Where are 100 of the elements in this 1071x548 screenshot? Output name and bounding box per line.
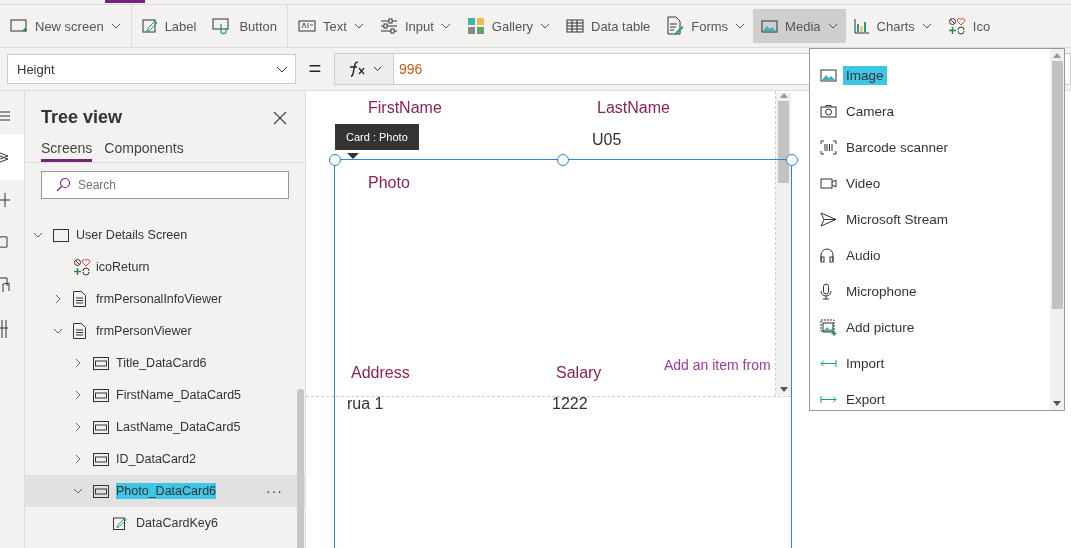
caret-icon	[921, 23, 932, 29]
search-field[interactable]: Search	[41, 171, 289, 199]
tab[interactable]: Screens	[41, 138, 93, 162]
menu-item[interactable]: Audio	[810, 237, 1050, 273]
menu-item[interactable]: Camera	[810, 93, 1050, 129]
caret-icon	[440, 23, 451, 29]
menu-item[interactable]: Video	[810, 165, 1050, 201]
menu-icon[interactable]	[0, 111, 12, 121]
arrow-left-icon	[820, 358, 837, 368]
layers-icon	[0, 150, 10, 164]
chevron-down-icon[interactable]	[33, 230, 43, 240]
toolbar-button[interactable]: Ico	[939, 9, 999, 43]
tab[interactable]: Components	[104, 138, 184, 162]
tree-item[interactable]: frmPersonalInfoViewer	[25, 283, 305, 315]
plus-icon[interactable]	[0, 193, 10, 207]
chevron-down-icon[interactable]	[73, 486, 83, 496]
caret-icon	[827, 23, 838, 29]
sliders-icon	[379, 18, 398, 34]
item-label: Audio	[845, 246, 882, 265]
close-icon[interactable]	[273, 110, 287, 125]
tab-indicator	[105, 0, 145, 3]
item-label: Add picture	[845, 318, 916, 337]
item-label: FirstName_DataCard5	[116, 387, 242, 403]
tree-item[interactable]: Photo_DataCard6 ···	[25, 475, 305, 507]
tooltip-pointer	[347, 153, 359, 159]
resize-handle[interactable]	[557, 154, 569, 166]
add-picture-icon	[820, 318, 837, 336]
image-icon	[820, 68, 837, 82]
headphones-icon	[820, 247, 834, 263]
tree-item[interactable]: LastName_DataCard5	[25, 411, 305, 443]
toolbar-button[interactable]: New screen	[2, 9, 129, 43]
field-label: Salary	[556, 364, 602, 382]
field-value: rua 1	[347, 395, 384, 413]
item-label: Title_DataCard6	[116, 355, 207, 371]
resize-handle[interactable]	[329, 154, 341, 166]
toolbar-button[interactable]: Data table	[558, 9, 659, 43]
play-icon	[820, 211, 837, 227]
menu-item[interactable]: Microphone	[810, 273, 1050, 309]
panel-title: Tree view	[41, 107, 123, 128]
property-dropdown[interactable]: Height	[7, 54, 296, 84]
tree-item[interactable]: FirstName_DataCard5	[25, 379, 305, 411]
item-label: Barcode scanner	[845, 138, 950, 157]
item-label: Camera	[845, 102, 895, 121]
toolbar-button[interactable]: Text	[290, 9, 372, 43]
scrollbar-thumb[interactable]	[778, 101, 789, 183]
chevron-right-icon[interactable]	[73, 422, 83, 432]
tree-item[interactable]: ID_DataCard2	[25, 443, 305, 475]
tree-item[interactable]: Title_DataCard6	[25, 347, 305, 379]
card-icon	[93, 452, 109, 466]
field-label: LastName	[597, 99, 670, 117]
toolbar-button[interactable]: Gallery	[458, 9, 558, 43]
scrollbar[interactable]	[776, 93, 791, 395]
field-value: 1222	[552, 395, 588, 413]
field-label: FirstName	[368, 99, 442, 117]
icons-icon	[947, 17, 966, 35]
toolbar-button[interactable]: Media	[753, 9, 846, 43]
toolbar-button[interactable]: Forms	[658, 9, 754, 43]
document-icon	[73, 323, 86, 339]
scrollbar-thumb[interactable]	[1051, 61, 1063, 309]
scrollbar[interactable]	[1050, 49, 1064, 410]
arrow-right-icon	[820, 394, 837, 404]
menu-item[interactable]: Barcode scanner	[810, 129, 1050, 165]
chevron-right-icon[interactable]	[73, 390, 83, 400]
menu-item[interactable]: Microsoft Stream	[810, 201, 1050, 237]
tree-item[interactable]: frmPersonViewer	[25, 315, 305, 347]
icons-icon	[73, 258, 91, 276]
card-icon	[93, 356, 109, 370]
toolbar-button[interactable]: Input	[371, 9, 459, 43]
card-icon	[93, 388, 109, 402]
chevron-right-icon[interactable]	[53, 294, 63, 304]
camera-icon	[820, 104, 837, 118]
pencil-icon	[113, 516, 127, 530]
hint-text: Add an item from	[664, 357, 771, 373]
chevron-right-icon[interactable]	[73, 358, 83, 368]
toolbar-button[interactable]: Label	[133, 9, 205, 43]
tree-item[interactable]: User Details Screen	[25, 219, 305, 251]
fx-button[interactable]	[334, 53, 394, 85]
bar-chart-icon	[853, 18, 870, 34]
tree-item[interactable]: icoReturn	[25, 251, 305, 283]
chevron-down-icon[interactable]	[53, 326, 63, 336]
barcode-icon	[820, 139, 837, 155]
scroll-up-icon	[779, 93, 788, 98]
tree-item[interactable]: DataCardKey6	[25, 507, 305, 539]
menu-item[interactable]: Add picture	[810, 309, 1050, 345]
more-button[interactable]: ···	[266, 483, 283, 499]
caret-icon	[735, 23, 746, 29]
media-icon[interactable]	[0, 277, 10, 293]
chevron-right-icon[interactable]	[73, 454, 83, 464]
table-icon	[566, 19, 584, 33]
toolbar-button[interactable]: Button	[204, 9, 286, 43]
menu-item[interactable]: Import	[810, 345, 1050, 381]
tools-icon[interactable]	[0, 320, 8, 338]
layers-tab[interactable]	[0, 134, 24, 180]
toolbar-button[interactable]: Charts	[845, 9, 940, 43]
menu-item[interactable]: Export	[810, 381, 1050, 417]
chevron-down-icon	[276, 65, 288, 73]
database-icon[interactable]	[0, 234, 8, 250]
search-icon	[55, 177, 71, 193]
scrollbar[interactable]	[297, 389, 304, 548]
caret-icon	[373, 66, 382, 72]
